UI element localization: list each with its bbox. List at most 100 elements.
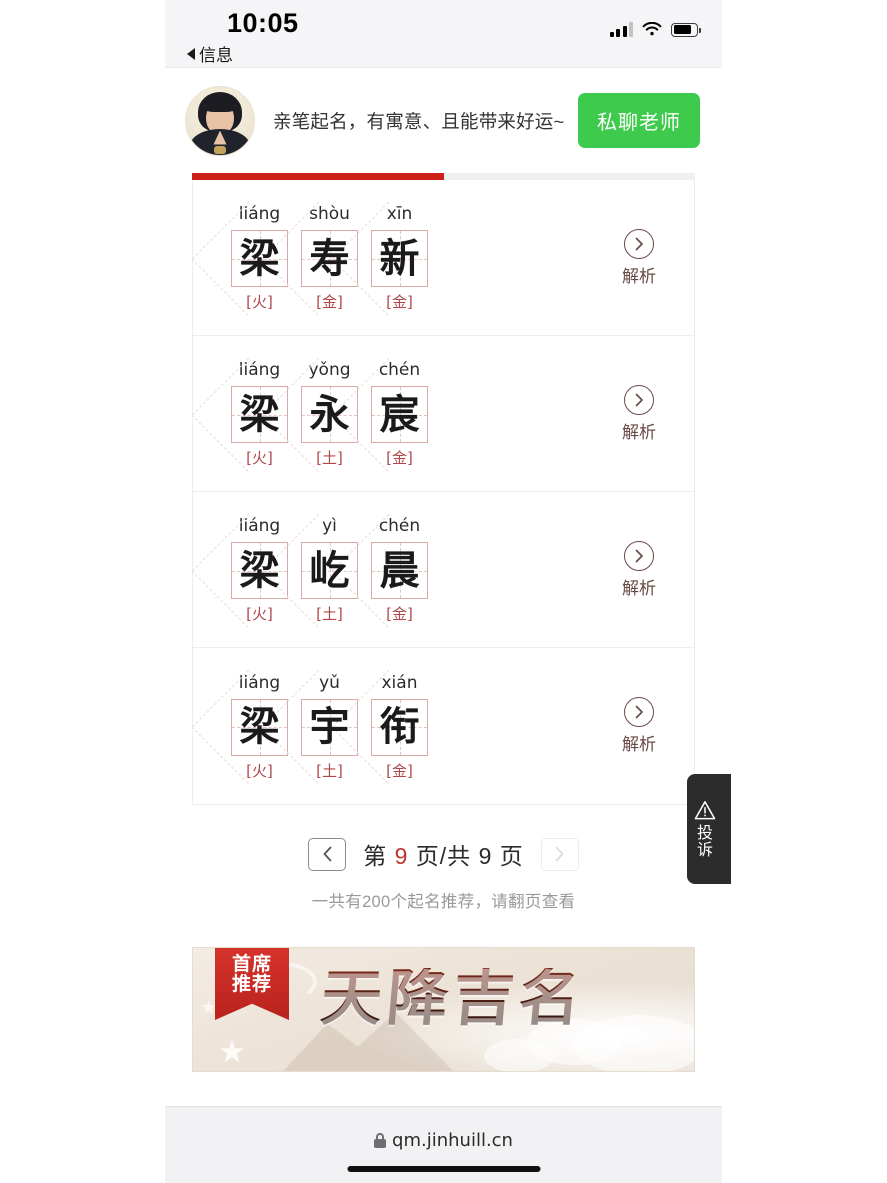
browser-bottom-bar: qm.jinhuill.cn bbox=[165, 1106, 722, 1183]
character-element: [金] bbox=[316, 293, 343, 311]
character-cell: xián 衔 [金] bbox=[330, 669, 428, 784]
promo-text: 亲笔起名，有寓意、且能带来好运~ bbox=[273, 110, 565, 132]
character-pinyin: liáng bbox=[238, 204, 281, 224]
star-decoration-icon bbox=[219, 1039, 245, 1063]
character-element: [金] bbox=[386, 761, 413, 780]
analyze-label: 解析 bbox=[622, 578, 656, 598]
character-pinyin: yǔ bbox=[319, 672, 340, 693]
character-element: [火] bbox=[246, 605, 273, 623]
name-result-row[interactable]: liáng 梁 [火] yì 屹 [土] chén 晨 [金] 解析 bbox=[190, 492, 694, 648]
character-pinyin: xián bbox=[381, 672, 418, 693]
page-progress-fill bbox=[192, 173, 444, 180]
ad-banner[interactable]: 首席 推荐 天降吉名 bbox=[192, 947, 695, 1072]
teacher-avatar bbox=[185, 85, 255, 156]
pagination-suffix: 页 bbox=[499, 843, 524, 869]
name-characters: liáng 梁 [火] yǒng 永 [土] chén 宸 [金] bbox=[190, 357, 428, 472]
character-element: [土] bbox=[316, 605, 343, 623]
character-element: [火] bbox=[246, 449, 273, 467]
analyze-button[interactable]: 解析 bbox=[622, 540, 656, 599]
phone-viewport: 10:05 信息 亲笔起名，有寓意、且能带来好运~ 私聊老师 liáng 梁 [… bbox=[165, 0, 731, 1183]
analyze-button[interactable]: 解析 bbox=[622, 384, 656, 443]
character-pinyin: chén bbox=[378, 516, 421, 536]
character-grid-box: 宸 bbox=[330, 357, 428, 472]
chat-with-teacher-button[interactable]: 私聊老师 bbox=[578, 93, 700, 148]
character-grid-box: 梁 bbox=[190, 357, 288, 472]
name-result-row[interactable]: liáng 梁 [火] shòu 寿 [金] xīn 新 [金] 解析 bbox=[190, 180, 694, 336]
star-decoration-icon bbox=[201, 1000, 216, 1014]
character-glyph: 新 bbox=[379, 235, 420, 282]
lock-icon bbox=[374, 1133, 387, 1148]
character-glyph: 梁 bbox=[239, 547, 280, 594]
name-characters: liáng 梁 [火] yì 屹 [土] chén 晨 [金] bbox=[190, 513, 428, 628]
pagination-total-pages: 9 bbox=[478, 843, 493, 869]
back-label: 信息 bbox=[199, 46, 233, 65]
character-cell: yǔ 宇 [土] bbox=[260, 669, 358, 784]
character-glyph: 梁 bbox=[239, 704, 280, 750]
analyze-label: 解析 bbox=[622, 735, 656, 754]
pagination-prev-button[interactable] bbox=[308, 837, 347, 871]
ad-ribbon-line2: 推荐 bbox=[231, 972, 272, 995]
complaint-label: 投诉 bbox=[696, 822, 713, 859]
cloud-decoration-icon bbox=[484, 1039, 554, 1071]
analyze-button[interactable]: 解析 bbox=[622, 697, 656, 755]
character-cell: yì 屹 [土] bbox=[260, 513, 358, 628]
character-grid-box: 宇 bbox=[260, 669, 358, 784]
pagination: 第 9 页/共 9 页 bbox=[165, 837, 722, 871]
character-pinyin: shòu bbox=[309, 204, 350, 224]
ad-ribbon-line1: 首席 bbox=[231, 953, 272, 975]
page-progress-track bbox=[192, 173, 695, 180]
character-grid-box: 永 bbox=[260, 357, 358, 472]
chevron-right-circle-icon bbox=[624, 228, 654, 259]
character-element: [火] bbox=[246, 293, 273, 311]
back-to-messages-link[interactable]: 信息 bbox=[187, 41, 233, 66]
warning-triangle-icon bbox=[694, 800, 716, 819]
signal-bars-icon bbox=[609, 22, 633, 37]
character-element: [土] bbox=[316, 761, 343, 780]
chevron-right-icon bbox=[555, 846, 564, 862]
home-indicator bbox=[347, 1166, 540, 1172]
character-cell: liáng 梁 [火] bbox=[190, 357, 288, 472]
character-glyph: 宇 bbox=[309, 704, 350, 750]
character-cell: yǒng 永 [土] bbox=[260, 357, 358, 472]
complaint-button[interactable]: 投诉 bbox=[687, 774, 731, 884]
results-section: liáng 梁 [火] shòu 寿 [金] xīn 新 [金] 解析 liáng 梁 [火] yǒng 永… bbox=[165, 173, 722, 805]
chevron-right-circle-icon bbox=[624, 540, 654, 571]
character-pinyin: liáng bbox=[238, 360, 281, 380]
status-bar-time: 10:05 bbox=[227, 8, 299, 38]
character-grid-box: 新 bbox=[330, 201, 428, 316]
character-glyph: 寿 bbox=[309, 235, 350, 282]
pagination-note: 一共有200个起名推荐，请翻页查看 bbox=[311, 893, 576, 911]
character-glyph: 永 bbox=[309, 391, 350, 438]
character-cell: liáng 梁 [火] bbox=[190, 201, 288, 316]
character-grid-box: 屹 bbox=[260, 513, 358, 628]
character-element: [火] bbox=[246, 761, 273, 780]
character-cell: xīn 新 [金] bbox=[330, 201, 428, 316]
battery-icon bbox=[671, 22, 701, 37]
character-grid-box: 晨 bbox=[330, 513, 428, 628]
character-cell: liáng 梁 [火] bbox=[190, 669, 288, 784]
name-result-row[interactable]: liáng 梁 [火] yǒng 永 [土] chén 宸 [金] 解析 bbox=[190, 336, 694, 492]
name-result-row[interactable]: liáng 梁 [火] yǔ 宇 [土] xián 衔 [金] 解析 bbox=[190, 648, 694, 804]
character-pinyin: chén bbox=[378, 360, 421, 380]
character-glyph: 宸 bbox=[379, 391, 420, 438]
character-element: [金] bbox=[386, 449, 413, 467]
character-glyph: 屹 bbox=[309, 547, 350, 594]
screenshot-root: 10:05 信息 亲笔起名，有寓意、且能带来好运~ 私聊老师 liáng 梁 [… bbox=[0, 0, 887, 1183]
character-grid-box: 梁 bbox=[190, 513, 288, 628]
analyze-button[interactable]: 解析 bbox=[622, 228, 656, 287]
character-cell: chén 晨 [金] bbox=[330, 513, 428, 628]
character-pinyin: yǒng bbox=[308, 360, 351, 380]
pagination-label: 第 9 页/共 9 页 bbox=[363, 837, 524, 871]
character-grid-box: 梁 bbox=[190, 201, 288, 316]
wifi-icon bbox=[642, 22, 662, 36]
url-display[interactable]: qm.jinhuill.cn bbox=[374, 1130, 513, 1151]
ad-ribbon-badge: 首席 推荐 bbox=[215, 948, 289, 1020]
character-cell: shòu 寿 [金] bbox=[260, 201, 358, 316]
character-element: [金] bbox=[386, 293, 413, 311]
pagination-next-button[interactable] bbox=[540, 837, 579, 871]
status-bar-indicators bbox=[609, 22, 701, 37]
character-cell: chén 宸 [金] bbox=[330, 357, 428, 472]
name-characters: liáng 梁 [火] yǔ 宇 [土] xián 衔 [金] bbox=[190, 669, 428, 784]
character-pinyin: liáng bbox=[238, 516, 281, 536]
character-grid-box: 寿 bbox=[260, 201, 358, 316]
